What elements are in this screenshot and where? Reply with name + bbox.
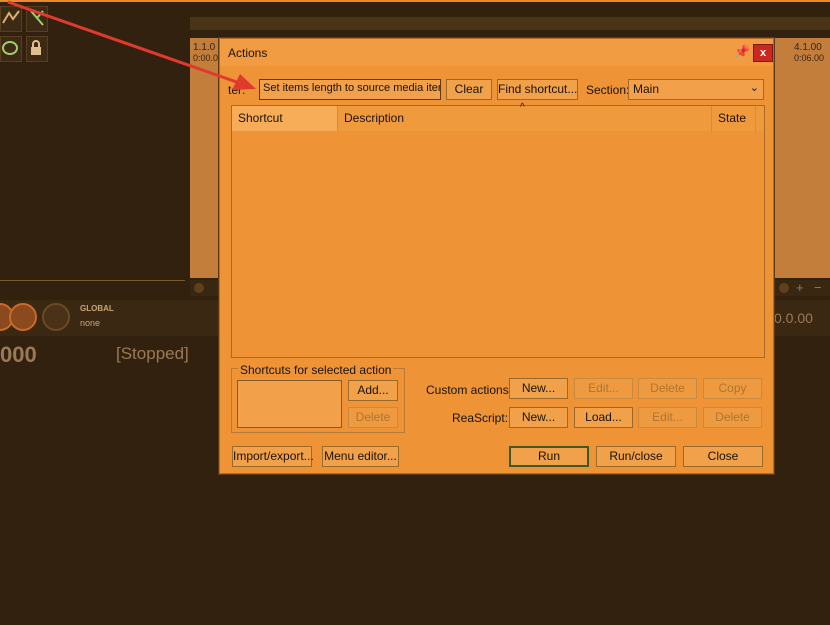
- annotation-arrow-icon: [7, 0, 256, 90]
